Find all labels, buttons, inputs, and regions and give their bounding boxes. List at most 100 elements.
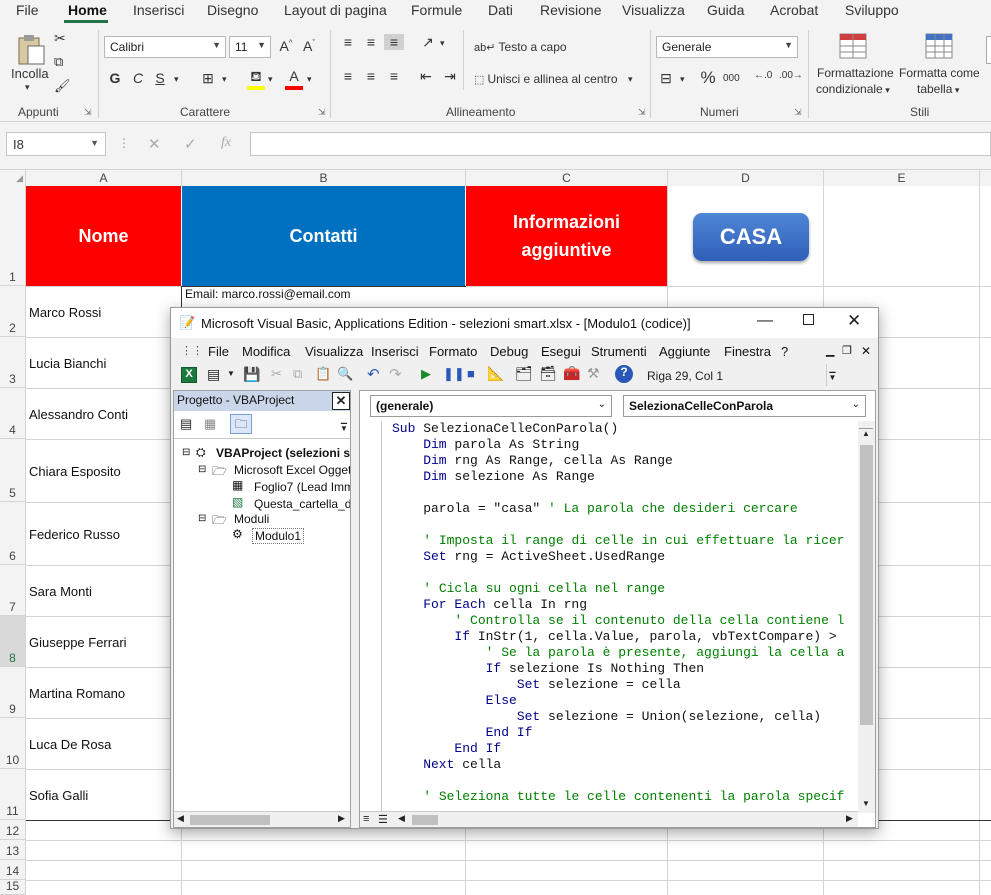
code-line[interactable]: End If [392, 725, 862, 741]
format-as-table-label-1[interactable]: Formatta come [899, 66, 980, 80]
code-line[interactable]: Next cella [392, 757, 862, 773]
format-painter-icon[interactable]: 🖌 [54, 78, 71, 94]
column-header-a[interactable]: A [26, 170, 182, 186]
fill-color-icon[interactable]: ⛾ [246, 68, 266, 87]
close-icon[interactable]: ✕ [332, 392, 350, 410]
code-line[interactable] [392, 485, 862, 501]
row-header-13[interactable]: 13 [0, 840, 25, 860]
currency-icon[interactable]: ⊟ [656, 70, 676, 87]
menu-help[interactable]: ? [781, 344, 788, 359]
column-header-d[interactable]: D [668, 170, 824, 186]
underline-button[interactable]: S [150, 70, 170, 86]
help-icon[interactable]: ? [615, 365, 633, 383]
increase-decimal-icon[interactable]: ←.0 [754, 70, 772, 81]
code-line[interactable]: Else [392, 693, 862, 709]
format-as-table-icon[interactable] [924, 32, 954, 60]
cell-styles-icon[interactable] [986, 36, 991, 64]
thousands-button[interactable]: 000 [723, 73, 740, 84]
insert-userform-icon[interactable]: ▤ [207, 366, 220, 383]
align-right-icon[interactable]: ≡ [384, 68, 404, 84]
name-cell[interactable]: Marco Rossi [26, 287, 181, 337]
code-line[interactable]: ' Cicla su ogni cella nel range [392, 581, 862, 597]
chevron-down-icon[interactable]: ▾ [174, 74, 179, 85]
align-center-icon[interactable]: ≡ [361, 68, 381, 84]
menu-esegui[interactable]: Esegui [541, 344, 581, 359]
object-browser-icon[interactable]: 🧰 [563, 365, 580, 382]
name-cell[interactable]: Giuseppe Ferrari [26, 617, 181, 667]
name-box[interactable]: I8 ▼ [6, 132, 106, 156]
increase-indent-icon[interactable]: ⇥ [440, 68, 460, 85]
borders-icon[interactable]: ⊞ [198, 70, 218, 87]
toolbox-icon[interactable]: ⚒ [587, 365, 600, 382]
cancel-icon[interactable]: ✕ [148, 135, 161, 153]
redo-icon[interactable]: ↷ [389, 365, 402, 383]
close-icon[interactable]: ✕ [847, 311, 861, 331]
tab-draw[interactable]: Disegno [207, 2, 258, 18]
procedure-select[interactable]: SelezionaCelleConParola ⌄ [623, 395, 866, 417]
tree-module1[interactable]: Modulo1 [252, 528, 305, 544]
collapse-icon[interactable]: ⊟ [198, 464, 206, 475]
menu-inserisci[interactable]: Inserisci [371, 344, 419, 359]
row-header-14[interactable]: 14 [0, 860, 25, 880]
code-editor[interactable]: Sub SelezionaCelleConParola() Dim parola… [392, 421, 862, 805]
row-header-12[interactable]: 12 [0, 820, 25, 840]
name-cell[interactable]: Chiara Esposito [26, 440, 181, 502]
mdi-close-icon[interactable]: ✕ [861, 344, 871, 358]
tab-data[interactable]: Dati [488, 2, 513, 18]
copy-icon[interactable]: ⧉ [54, 54, 63, 70]
maximize-icon[interactable] [803, 314, 814, 325]
conditional-formatting-label-1[interactable]: Formattazione [817, 66, 894, 80]
code-line[interactable]: Dim rng As Range, cella As Range [392, 453, 862, 469]
horizontal-scrollbar[interactable]: ≡ ☰ ◀ ▶ [360, 811, 858, 827]
code-line[interactable]: Sub SelezionaCelleConParola() [392, 421, 862, 437]
code-line[interactable]: ' Imposta il range di celle in cui effet… [392, 533, 862, 549]
tab-review[interactable]: Revisione [540, 2, 601, 18]
code-line[interactable]: If InStr(1, cella.Value, parola, vbTextC… [392, 629, 862, 645]
object-select[interactable]: (generale) ⌄ [370, 395, 612, 417]
excel-icon[interactable]: X [181, 367, 197, 383]
tab-file[interactable]: File [16, 2, 39, 18]
name-cell[interactable]: Lucia Bianchi [26, 338, 181, 388]
tab-developer[interactable]: Sviluppo [845, 2, 899, 18]
chevron-down-icon[interactable]: ▼ [227, 369, 235, 378]
toggle-folders-icon[interactable]: 🗀 [230, 414, 252, 434]
tree-workbook[interactable]: Questa_cartella_di_ [254, 497, 350, 511]
horizontal-scrollbar[interactable]: ◀ ▶ [174, 811, 350, 827]
view-object-icon[interactable]: ▦ [204, 416, 216, 432]
code-line[interactable] [392, 517, 862, 533]
font-name-select[interactable]: Calibri ▼ [104, 36, 226, 58]
contact-cell[interactable]: Email: marco.rossi@email.com [182, 287, 465, 303]
row-header-5[interactable]: 5 [0, 439, 25, 502]
decrease-decimal-icon[interactable]: .00→ [779, 70, 803, 81]
paste-label[interactable]: Incolla [11, 66, 49, 81]
decrease-indent-icon[interactable]: ⇤ [416, 68, 436, 85]
code-line[interactable]: ' Controlla se il contenuto della cella … [392, 613, 862, 629]
header-cell-contatti[interactable]: Contatti [182, 186, 465, 286]
number-format-select[interactable]: Generale ▼ [656, 36, 798, 58]
header-cell-nome[interactable]: Nome [26, 186, 181, 286]
tree-modules[interactable]: Moduli [234, 512, 269, 526]
pause-icon[interactable]: ❚❚ [443, 366, 465, 382]
toolbar-options-icon[interactable]: ▁ ▼ [826, 364, 838, 386]
paste-button[interactable] [14, 32, 48, 66]
find-icon[interactable]: 🔍 [337, 366, 353, 382]
font-launcher-icon[interactable]: ⇲ [318, 107, 326, 118]
run-icon[interactable]: ▶ [421, 366, 431, 382]
chevron-down-icon[interactable]: ▾ [307, 74, 312, 85]
wrap-text-button[interactable]: ab↵ Testo a capo [474, 40, 567, 54]
row-header-3[interactable]: 3 [0, 337, 25, 388]
shrink-font-icon[interactable]: Aˇ [299, 38, 319, 54]
menu-visualizza[interactable]: Visualizza [305, 344, 363, 359]
tab-view[interactable]: Visualizza [622, 2, 685, 18]
row-header-4[interactable]: 4 [0, 388, 25, 439]
view-code-icon[interactable]: ▤ [180, 416, 192, 432]
chevron-down-icon[interactable]: ▾ [222, 74, 227, 85]
undo-icon[interactable]: ↶ [367, 365, 380, 383]
menu-finestra[interactable]: Finestra [724, 344, 771, 359]
tab-insert[interactable]: Inserisci [133, 2, 184, 18]
properties-icon[interactable]: 🗃 [539, 365, 557, 382]
row-header-7[interactable]: 7 [0, 565, 25, 616]
code-line[interactable]: For Each cella In rng [392, 597, 862, 613]
menu-debug[interactable]: Debug [490, 344, 528, 359]
chevron-down-icon[interactable]: ▾ [628, 74, 633, 85]
